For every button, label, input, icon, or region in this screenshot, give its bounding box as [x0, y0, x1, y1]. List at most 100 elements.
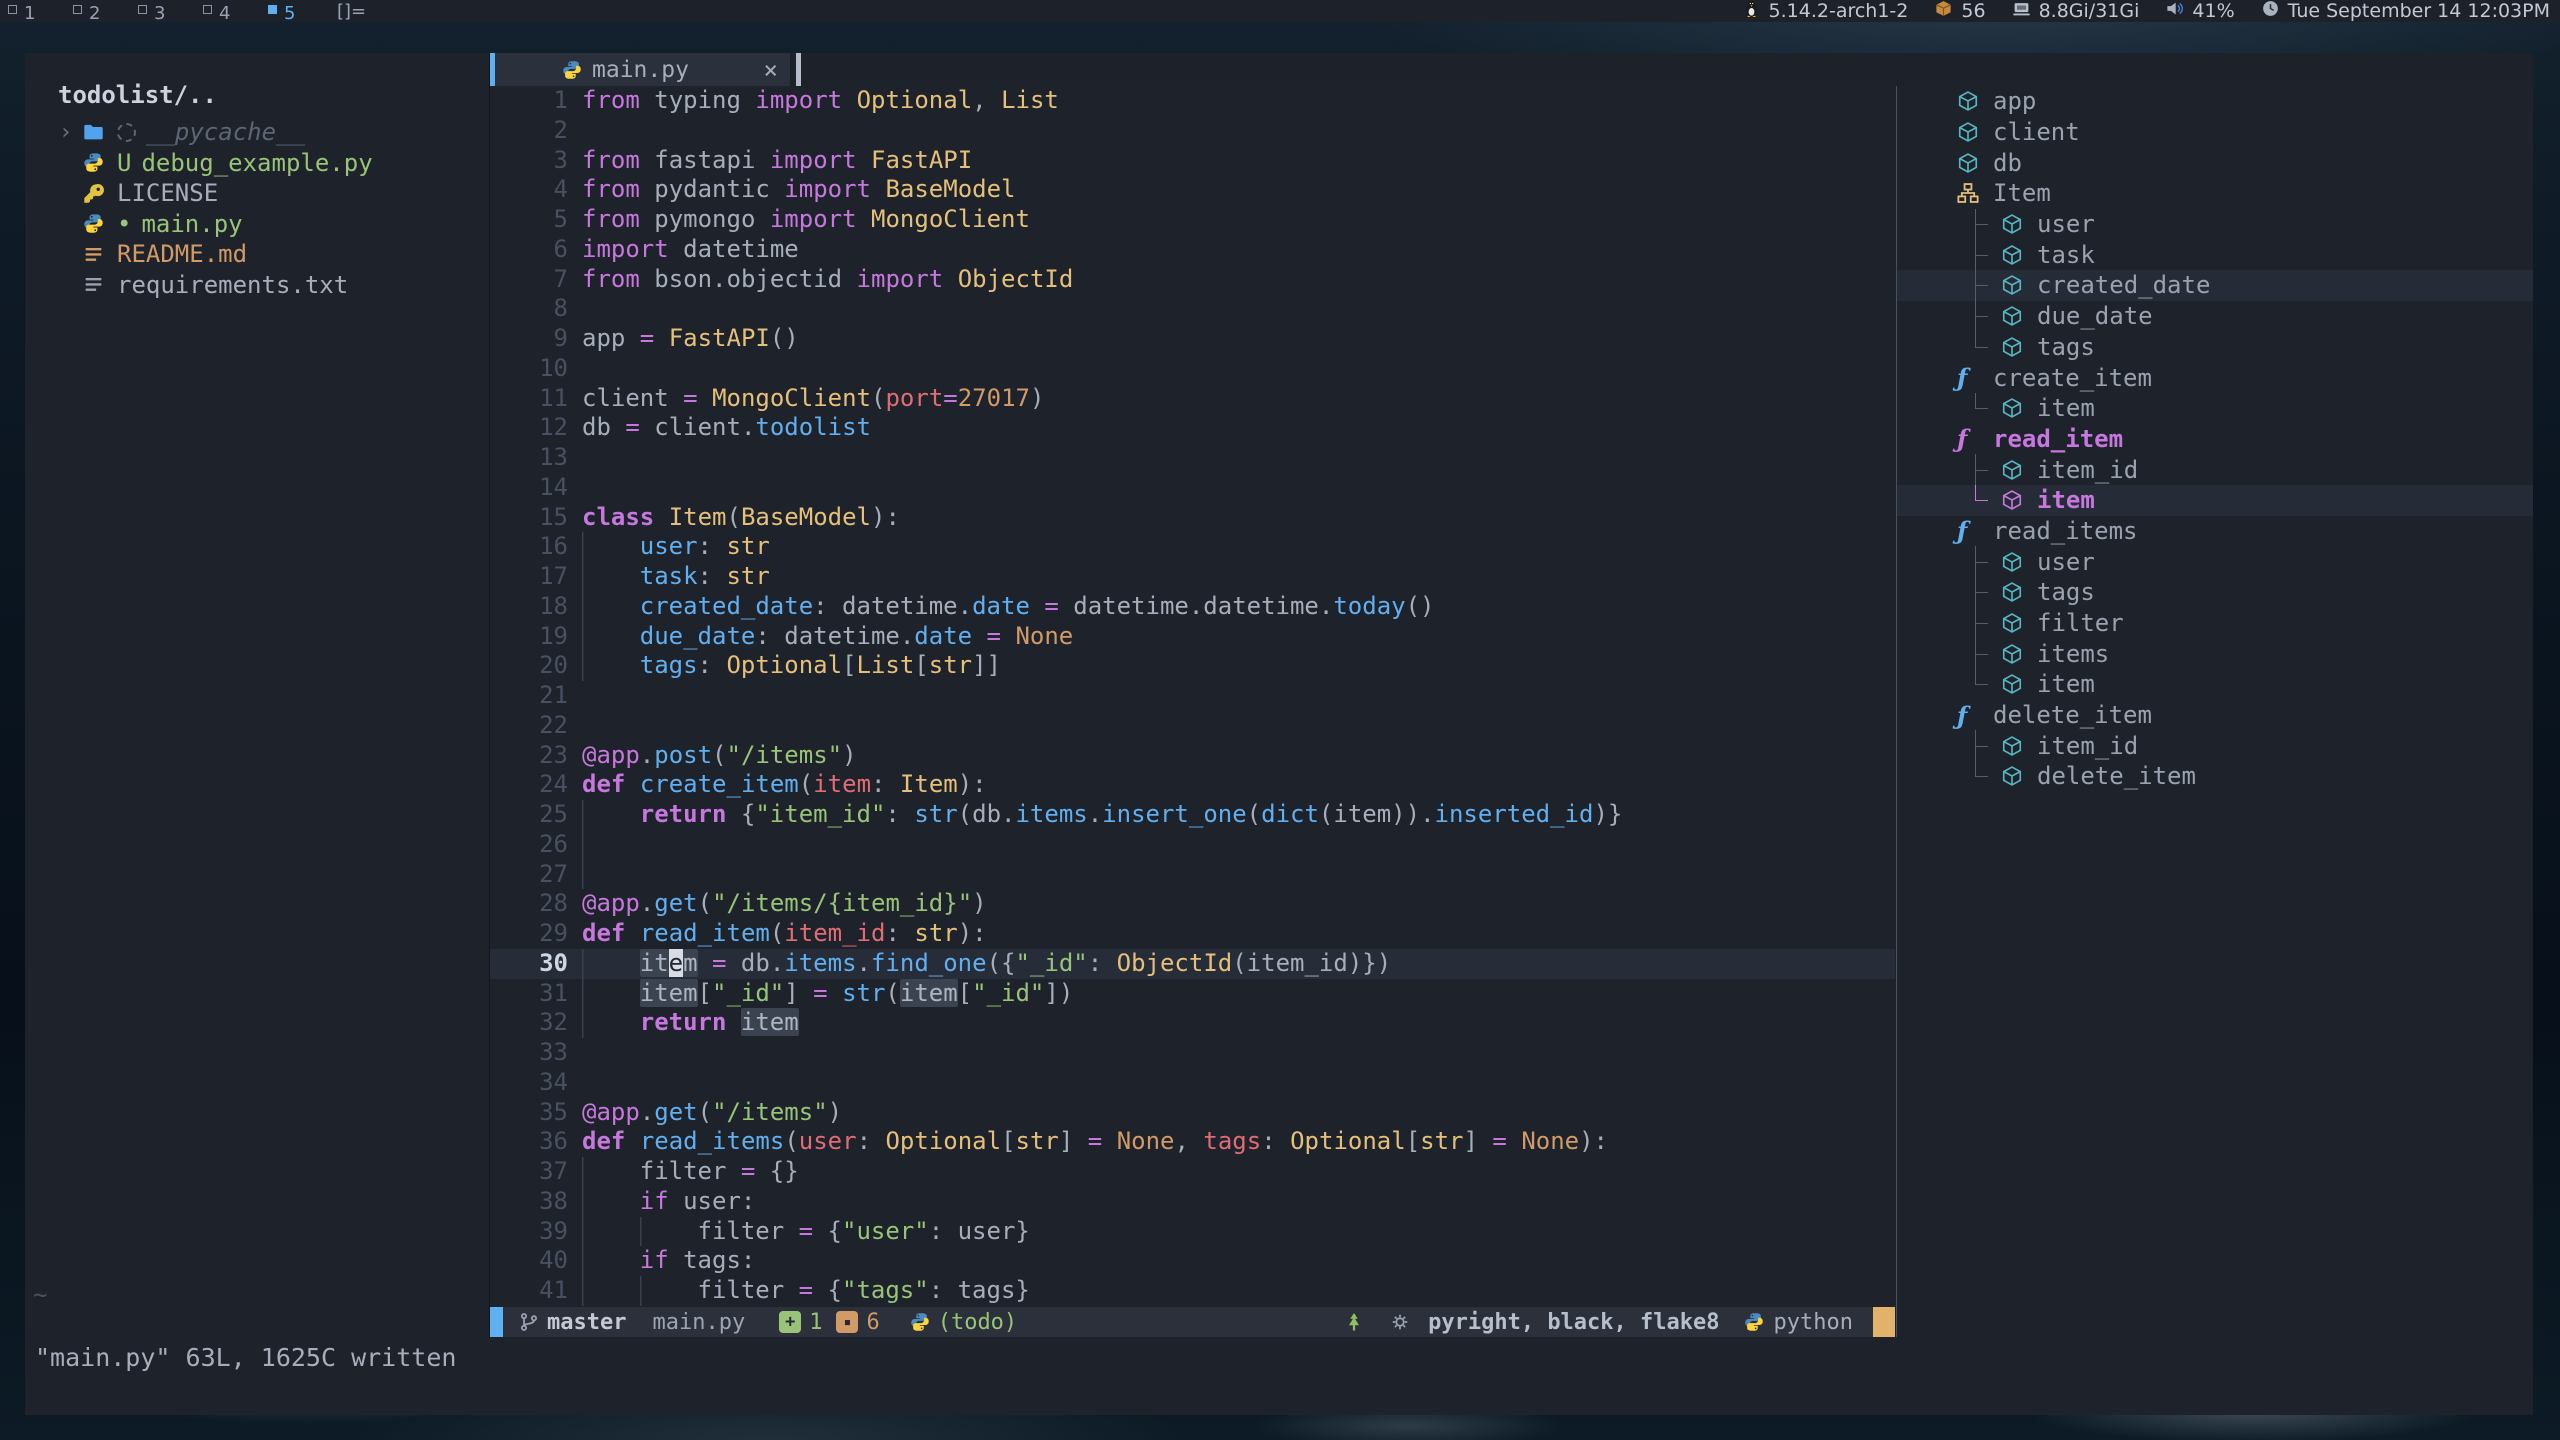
symbol-row[interactable]: created_date	[1897, 270, 2533, 301]
code-line[interactable]: 11client = MongoClient(port=27017)	[490, 384, 1895, 414]
workspace-1[interactable]: 1	[8, 3, 65, 24]
code-line[interactable]: 13	[490, 443, 1895, 473]
code-token: ({	[987, 949, 1016, 977]
symbol-row[interactable]: app	[1897, 86, 2533, 117]
code-line[interactable]: 19 due_date: datetime.date = None	[490, 622, 1895, 652]
code-line[interactable]: 9app = FastAPI()	[490, 324, 1895, 354]
code-line[interactable]: 20 tags: Optional[List[str]]	[490, 651, 1895, 681]
code-line[interactable]: 17 task: str	[490, 562, 1895, 592]
workspace-2[interactable]: 2	[73, 3, 130, 24]
code-line[interactable]: 16 user: str	[490, 532, 1895, 562]
workspace-5[interactable]: 5	[268, 3, 325, 24]
code-line[interactable]: 31 item["_id"] = str(item["_id"])	[490, 979, 1895, 1009]
code-line[interactable]: 26	[490, 830, 1895, 860]
file-row[interactable]: LICENSE	[25, 178, 489, 209]
symbol-row[interactable]: ƒread_item	[1897, 424, 2533, 455]
code-line[interactable]: 37 filter = {}	[490, 1157, 1895, 1187]
code-token	[640, 86, 654, 114]
tab-main-py[interactable]: main.py ×	[490, 53, 790, 86]
code-line[interactable]: 18 created_date: datetime.date = datetim…	[490, 592, 1895, 622]
symbol-row[interactable]: delete_item	[1897, 761, 2533, 792]
symbol-row[interactable]: tags	[1897, 332, 2533, 363]
code-line[interactable]: 1from typing import Optional, List	[490, 86, 1895, 116]
command-line-area[interactable]: "main.py" 63L, 1625C written	[25, 1337, 2533, 1415]
symbol-row[interactable]: item_id	[1897, 454, 2533, 485]
code-line[interactable]: 40 if tags:	[490, 1246, 1895, 1276]
code-line[interactable]: 41 filter = {"tags": tags}	[490, 1276, 1895, 1306]
symbol-row[interactable]: Item	[1897, 178, 2533, 209]
code-line[interactable]: 33	[490, 1038, 1895, 1068]
code-line[interactable]: 29def read_item(item_id: str):	[490, 919, 1895, 949]
code-line[interactable]: 28@app.get("/items/{item_id}")	[490, 889, 1895, 919]
close-icon[interactable]: ×	[764, 56, 778, 84]
symbol-row[interactable]: db	[1897, 147, 2533, 178]
file-row[interactable]: requirements.txt	[25, 270, 489, 301]
code-line[interactable]: 25 return {"item_id": str(db.items.inser…	[490, 800, 1895, 830]
code-token: (	[698, 1098, 712, 1126]
code-token: item	[900, 979, 958, 1007]
file-row[interactable]: README.md	[25, 239, 489, 270]
symbol-row[interactable]: items	[1897, 638, 2533, 669]
symbol-row[interactable]: due_date	[1897, 301, 2533, 332]
code-line[interactable]: 36def read_items(user: Optional[str] = N…	[490, 1127, 1895, 1157]
symbol-row[interactable]: ƒread_items	[1897, 516, 2533, 547]
code-line[interactable]: 27	[490, 860, 1895, 890]
code-line[interactable]: 15class Item(BaseModel):	[490, 503, 1895, 533]
symbol-row[interactable]: ƒcreate_item	[1897, 362, 2533, 393]
indent-guide	[582, 1187, 596, 1217]
symbol-row[interactable]: user	[1897, 209, 2533, 240]
symbol-row[interactable]: user	[1897, 546, 2533, 577]
system-status-item: 41%	[2165, 0, 2234, 23]
workspace-3[interactable]: 3	[138, 3, 195, 24]
code-line[interactable]: 21	[490, 681, 1895, 711]
code-token: (db.	[958, 800, 1016, 828]
code-line[interactable]: 30 item = db.items.find_one({"_id": Obje…	[490, 949, 1895, 979]
symbol-row[interactable]: item	[1897, 485, 2533, 516]
symbol-label: item	[2037, 394, 2095, 422]
symbol-row[interactable]: item	[1897, 669, 2533, 700]
symbol-row[interactable]: task	[1897, 239, 2533, 270]
code-line[interactable]: 39 filter = {"user": user}	[490, 1217, 1895, 1247]
symbol-row[interactable]: item	[1897, 393, 2533, 424]
symbol-label: Item	[1993, 179, 2051, 207]
workspace-indicator	[138, 5, 147, 14]
cube-icon	[2001, 243, 2027, 267]
code-line[interactable]: 14	[490, 473, 1895, 503]
code-line[interactable]: 8	[490, 294, 1895, 324]
code-line[interactable]: 10	[490, 354, 1895, 384]
function-icon: ƒ	[1957, 516, 1983, 545]
explorer-root-folder[interactable]: todolist/..	[58, 81, 217, 109]
code-token: .	[640, 1098, 654, 1126]
code-line[interactable]: 2	[490, 116, 1895, 146]
code-line[interactable]: 23@app.post("/items")	[490, 741, 1895, 771]
line-content: task: str	[582, 562, 770, 592]
code-line[interactable]: 7from bson.objectid import ObjectId	[490, 265, 1895, 295]
file-row[interactable]: Udebug_example.py	[25, 148, 489, 179]
symbol-row[interactable]: client	[1897, 117, 2533, 148]
code-line[interactable]: 38 if user:	[490, 1187, 1895, 1217]
symbol-row[interactable]: item_id	[1897, 730, 2533, 761]
file-row[interactable]: •main.py	[25, 209, 489, 240]
code-line[interactable]: 24def create_item(item: Item):	[490, 770, 1895, 800]
code-token: (	[770, 919, 784, 947]
code-line[interactable]: 5from pymongo import MongoClient	[490, 205, 1895, 235]
line-content: filter = {"tags": tags}	[582, 1276, 1030, 1306]
line-number: 13	[490, 443, 568, 473]
code-token: "/items/{item_id}"	[712, 889, 972, 917]
code-line[interactable]: 4from pydantic import BaseModel	[490, 175, 1895, 205]
code-line[interactable]: 35@app.get("/items")	[490, 1098, 1895, 1128]
code-editor[interactable]: 1from typing import Optional, List23from…	[490, 86, 1895, 1307]
line-content: due_date: datetime.date = None	[582, 622, 1073, 652]
code-token: )}	[1593, 800, 1622, 828]
workspace-4[interactable]: 4	[203, 3, 260, 24]
symbol-row[interactable]: filter	[1897, 608, 2533, 639]
code-line[interactable]: 32 return item	[490, 1008, 1895, 1038]
code-line[interactable]: 12db = client.todolist	[490, 413, 1895, 443]
code-line[interactable]: 22	[490, 711, 1895, 741]
symbol-row[interactable]: tags	[1897, 577, 2533, 608]
code-line[interactable]: 34	[490, 1068, 1895, 1098]
symbol-row[interactable]: ƒdelete_item	[1897, 700, 2533, 731]
file-row[interactable]: ›__pycache__	[25, 117, 489, 148]
code-line[interactable]: 3from fastapi import FastAPI	[490, 146, 1895, 176]
code-line[interactable]: 6import datetime	[490, 235, 1895, 265]
